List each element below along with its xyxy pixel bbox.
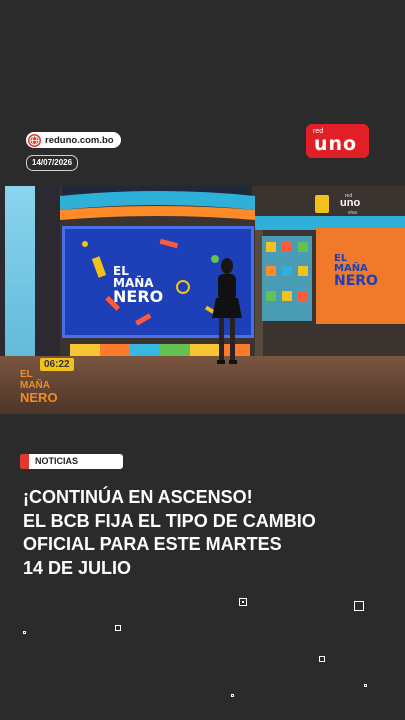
presenter-figure — [212, 258, 242, 364]
corner-brand-line-3: NERO — [20, 390, 58, 405]
source-site: reduno.com.bo — [45, 134, 114, 146]
news-photo: EL MAÑA NERO EL MAÑA NERO 06:22 EL MAÑA … — [0, 186, 405, 414]
headline: ¡CONTINÚA EN ASCENSO! EL BCB FIJA EL TIP… — [23, 486, 393, 580]
studio-shelves — [262, 236, 312, 321]
red-uno-logo: red uno — [306, 124, 369, 158]
category-label: NOTICIAS — [35, 456, 79, 466]
headline-line-2: EL BCB FIJA EL TIPO DE CAMBIO — [23, 510, 316, 531]
headline-line-1: ¡CONTINÚA EN ASCENSO! — [23, 487, 253, 507]
channel-badge: red uno viva — [312, 193, 372, 216]
source-pill[interactable]: reduno.com.bo — [26, 132, 121, 148]
screen-brand-line-3: NERO — [113, 287, 164, 306]
corner-brand-line-1: EL — [20, 369, 33, 380]
decor-square — [364, 684, 367, 687]
headline-line-4: 14 DE JULIO — [23, 557, 132, 578]
side-screen: EL MAÑA NERO — [316, 228, 405, 324]
decor-square — [354, 601, 364, 611]
channel-badge-big: uno — [340, 197, 361, 209]
decor-square — [115, 625, 121, 631]
decor-square — [23, 631, 26, 634]
headline-line-3: OFICIAL PARA ESTE MARTES — [23, 534, 282, 554]
badge-emblem-icon — [315, 195, 329, 213]
globe-icon — [28, 133, 41, 147]
category-accent-bar — [20, 454, 29, 469]
category-tag[interactable]: NOTICIAS — [20, 454, 123, 469]
show-corner-logo: EL MAÑA NERO — [20, 369, 58, 405]
decor-square — [319, 656, 325, 662]
decor-square — [231, 694, 234, 697]
publish-date: 14/07/2026 — [26, 155, 79, 171]
channel-badge-sub: viva — [348, 210, 357, 216]
logo-big-text: uno — [314, 133, 358, 155]
decor-square — [239, 598, 247, 606]
side-brand-line-3: NERO — [334, 273, 378, 289]
